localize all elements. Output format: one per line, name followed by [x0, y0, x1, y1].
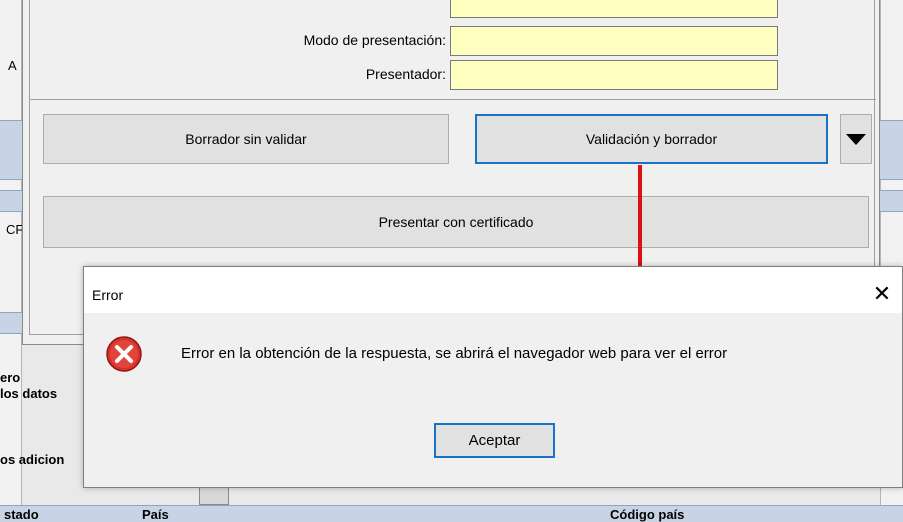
background-right-band: [880, 120, 903, 180]
form-row-modo: Modo de presentación:: [30, 24, 876, 56]
dialog-title: Error: [92, 287, 124, 303]
submit-with-certificate-button[interactable]: Presentar con certificado: [43, 196, 869, 248]
column-header-pais[interactable]: País: [142, 507, 169, 522]
error-dialog: Error ✕ Error en la obtención de la resp…: [83, 266, 903, 488]
dialog-body: Error en la obtención de la respuesta, s…: [84, 313, 902, 487]
grid-toolbar-icon[interactable]: [199, 487, 229, 505]
bg-row-label: os adicion: [0, 452, 65, 467]
validate-and-draft-button[interactable]: Validación y borrador: [475, 114, 828, 164]
close-icon[interactable]: ✕: [862, 277, 902, 311]
form-row-hidden: [30, 0, 876, 18]
accept-button[interactable]: Aceptar: [434, 423, 555, 458]
bg-row-label: los datos: [0, 386, 58, 401]
modo-presentacion-field[interactable]: [450, 26, 778, 56]
error-icon: [106, 336, 142, 372]
caret-down-icon: [846, 133, 866, 145]
background-right-band: [880, 190, 903, 212]
background-left-strip: A ca ri CF: [0, 0, 23, 522]
divider: [30, 99, 876, 100]
form-label-modo-presentacion: Modo de presentación:: [303, 32, 446, 48]
presentador-field[interactable]: [450, 60, 778, 90]
options-dropdown-button[interactable]: [840, 114, 872, 164]
error-message: Error en la obtención de la respuesta, s…: [181, 345, 728, 362]
background-left-band: [0, 312, 22, 334]
form-row-presentador: Presentador:: [30, 58, 876, 90]
background-left-band: [0, 190, 22, 212]
column-header-estado[interactable]: stado: [4, 507, 39, 522]
column-header-codigo-pais[interactable]: Código país: [610, 507, 684, 522]
screen: A ca ri CF ero los datos os adicion stad…: [0, 0, 903, 522]
background-left-band: [0, 120, 22, 180]
bg-row-label: ero: [0, 370, 21, 385]
table-header: stado País Código país: [0, 505, 903, 522]
form-label-presentador: Presentador:: [365, 66, 446, 82]
dialog-titlebar[interactable]: Error ✕: [84, 267, 902, 313]
draft-without-validation-button[interactable]: Borrador sin validar: [43, 114, 449, 164]
annotation-arrow-shaft: [638, 165, 642, 268]
form-field-top[interactable]: [450, 0, 778, 18]
